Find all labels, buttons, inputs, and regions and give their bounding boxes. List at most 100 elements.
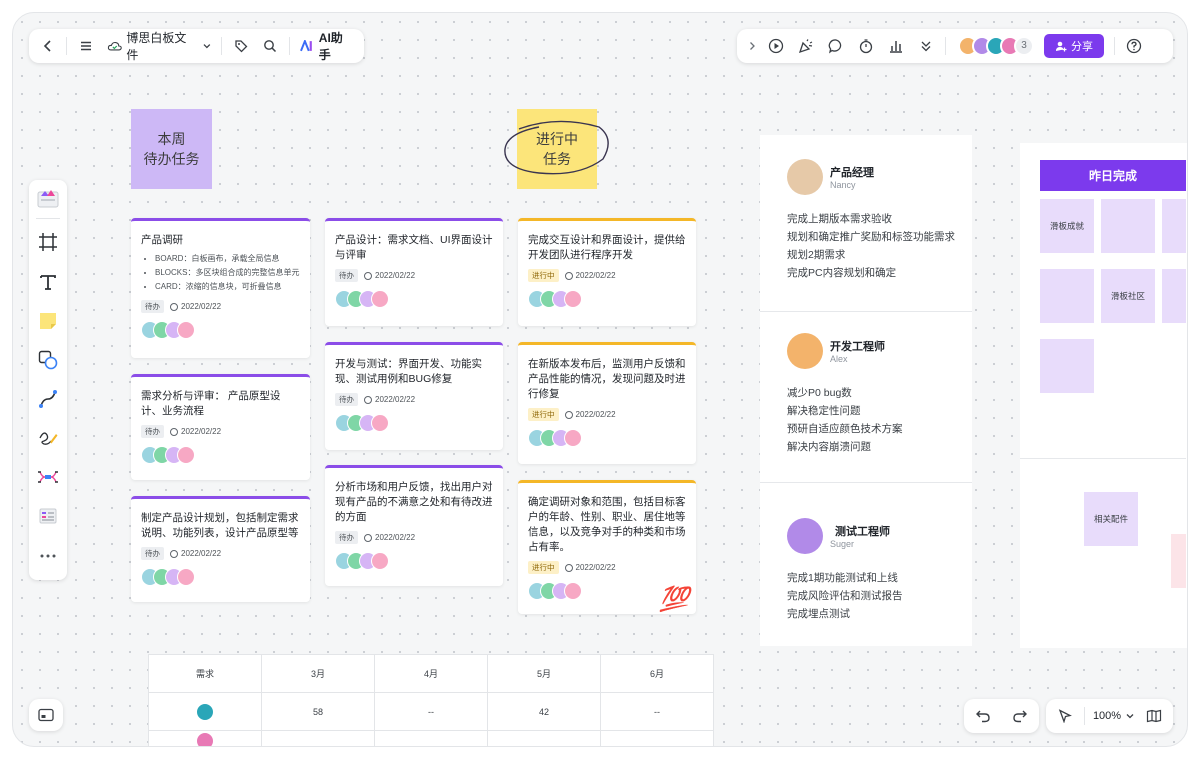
present-button[interactable]: [761, 31, 791, 61]
status-badge: 待办: [335, 269, 358, 282]
status-badge: 待办: [141, 300, 164, 313]
task-card[interactable]: 产品设计：需求文档、UI界面设计与评审 待办 2022/02/22: [325, 218, 503, 326]
file-name-dropdown[interactable]: 博思白板文件: [101, 29, 218, 63]
sticky-note-todo[interactable]: 本周 待办任务: [131, 109, 212, 189]
undo-button[interactable]: [968, 701, 998, 731]
comment-button[interactable]: [821, 31, 851, 61]
share-button[interactable]: 分享: [1044, 34, 1104, 58]
mini-sticky[interactable]: [1162, 269, 1186, 323]
clock-icon: [364, 395, 372, 404]
bullet-item: BOARD：白板画布，承载全局信息: [155, 252, 300, 266]
card-title: 需求分析与评审： 产品原型设计、业务流程: [141, 390, 281, 417]
data-table: 需求 3月 4月 5月 6月 58 -- 42 --: [148, 654, 714, 746]
select-tool-button[interactable]: [1050, 701, 1080, 731]
top-left-toolbar: 博思白板文件 AI助手: [29, 29, 364, 63]
role-block-tester[interactable]: 测试工程师 Suger 完成1期功能测试和上线 完成风险评估和测试报告 完成埋点…: [760, 483, 972, 646]
pen-tool[interactable]: [36, 426, 60, 450]
table-cell: [374, 730, 488, 746]
collaborator-avatars[interactable]: 3: [958, 36, 1034, 56]
clock-icon: [364, 533, 372, 542]
due-date: 2022/02/22: [375, 533, 416, 542]
avatar: [564, 290, 582, 308]
connector-tool[interactable]: [36, 387, 60, 411]
text-tool[interactable]: [36, 270, 60, 294]
table-row[interactable]: 58 -- 42 --: [148, 692, 714, 731]
divider: [1020, 458, 1186, 459]
more-tools-button[interactable]: [911, 31, 941, 61]
party-popper-icon: [798, 39, 813, 54]
comment-icon: [828, 39, 842, 54]
map-view-button[interactable]: [1139, 701, 1169, 731]
table-cell: [600, 730, 714, 746]
menu-button[interactable]: [71, 31, 100, 61]
history-controls: [964, 699, 1039, 733]
search-button[interactable]: [256, 31, 285, 61]
mini-sticky[interactable]: [1101, 199, 1155, 253]
card-meta: 待办 2022/02/22: [141, 425, 300, 438]
clock-icon: [170, 302, 178, 311]
yesterday-done-panel: 昨日完成 滑板成就 滑板社区 相关配件: [1020, 143, 1187, 648]
play-icon: [768, 38, 784, 54]
ai-assistant-button[interactable]: AI助手: [294, 29, 360, 63]
clock-icon: [364, 271, 372, 280]
table-header-row: 需求 3月 4月 5月 6月: [148, 654, 714, 693]
text-icon: [40, 275, 56, 290]
zoom-dropdown[interactable]: 100%: [1089, 710, 1139, 722]
more-tools-icon[interactable]: [36, 544, 60, 568]
role-block-product-manager[interactable]: 产品经理 Nancy 完成上期版本需求验收 规划和确定推广奖励和标签功能需求 规…: [760, 135, 972, 312]
card-meta: 进行中 2022/02/22: [528, 269, 686, 282]
table-cell: [148, 692, 262, 731]
collapse-toolbar-button[interactable]: [743, 31, 761, 61]
minimap-icon: [38, 708, 54, 722]
task-card[interactable]: 在新版本发布后，监测用户反馈和产品性能的情况，发现问题及时进行修复 进行中 20…: [518, 342, 696, 464]
clock-icon: [170, 427, 178, 436]
card-title: 在新版本发布后，监测用户反馈和产品性能的情况，发现问题及时进行修复: [528, 358, 686, 400]
help-button[interactable]: [1119, 31, 1149, 61]
ai-logo-icon: [300, 40, 312, 52]
task-card[interactable]: 需求分析与评审： 产品原型设计、业务流程 待办 2022/02/22: [131, 374, 310, 480]
hundred-points-sticker[interactable]: 💯: [659, 585, 689, 614]
mini-sticky[interactable]: 相关配件: [1084, 492, 1138, 546]
sticky-note-tool[interactable]: [36, 309, 60, 333]
mindmap-icon: [38, 471, 58, 483]
frame-tool[interactable]: [36, 230, 60, 254]
task-card[interactable]: 完成交互设计和界面设计，提供给开发团队进行程序开发 进行中 2022/02/22: [518, 218, 696, 326]
assignee-avatars: [141, 321, 300, 339]
card-meta: 待办 2022/02/22: [141, 547, 300, 560]
card-title: 完成交互设计和界面设计，提供给开发团队进行程序开发: [528, 234, 686, 261]
mini-sticky[interactable]: 滑板社区: [1101, 269, 1155, 323]
status-badge: 待办: [335, 393, 358, 406]
celebrate-button[interactable]: [791, 31, 821, 61]
whiteboard-canvas[interactable]: 博思白板文件 AI助手 3 分享 100% 本周 待办任务 进行中 任务 产品调…: [12, 12, 1188, 747]
mini-sticky[interactable]: [1040, 339, 1094, 393]
due-date: 2022/02/22: [575, 563, 616, 572]
mindmap-tool[interactable]: [36, 465, 60, 489]
task-card[interactable]: 产品调研 BOARD：白板画布，承载全局信息 BLOCKS：多区块组合成的完整信…: [131, 218, 310, 358]
timer-button[interactable]: [851, 31, 881, 61]
mini-sticky[interactable]: [1162, 199, 1186, 253]
status-badge: 进行中: [528, 561, 559, 574]
mini-sticky-pink[interactable]: [1171, 534, 1186, 588]
card-meta: 待办 2022/02/22: [335, 531, 493, 544]
sticky-note-icon: [40, 313, 56, 329]
timer-icon: [859, 39, 873, 54]
task-card[interactable]: 开发与测试：界面开发、功能实现、测试用例和BUG修复 待办 2022/02/22: [325, 342, 503, 450]
template-tool[interactable]: [36, 186, 60, 210]
role-task: 完成上期版本需求验收: [787, 213, 892, 225]
task-card[interactable]: 制定产品设计规划，包括制定需求说明、功能列表，设计产品原型等 待办 2022/0…: [131, 496, 310, 602]
minimap-button[interactable]: [29, 699, 63, 731]
tag-button[interactable]: [226, 31, 255, 61]
role-block-developer[interactable]: 开发工程师 Alex 减少P0 bug数 解决稳定性问题 预研自适应颜色技术方案…: [760, 312, 972, 483]
task-card[interactable]: 分析市场和用户反馈，找出用户对现有产品的不满意之处和有待改进的方面 待办 202…: [325, 465, 503, 586]
shape-tool[interactable]: [36, 348, 60, 372]
table-row[interactable]: [148, 730, 714, 746]
table-tool[interactable]: [36, 504, 60, 528]
vote-button[interactable]: [881, 31, 911, 61]
due-date: 2022/02/22: [181, 302, 222, 311]
mini-sticky[interactable]: 滑板成就: [1040, 199, 1094, 253]
redo-button[interactable]: [1005, 701, 1035, 731]
role-person: Nancy: [830, 180, 856, 190]
mini-sticky[interactable]: [1040, 269, 1094, 323]
back-button[interactable]: [33, 31, 62, 61]
due-date: 2022/02/22: [375, 395, 416, 404]
